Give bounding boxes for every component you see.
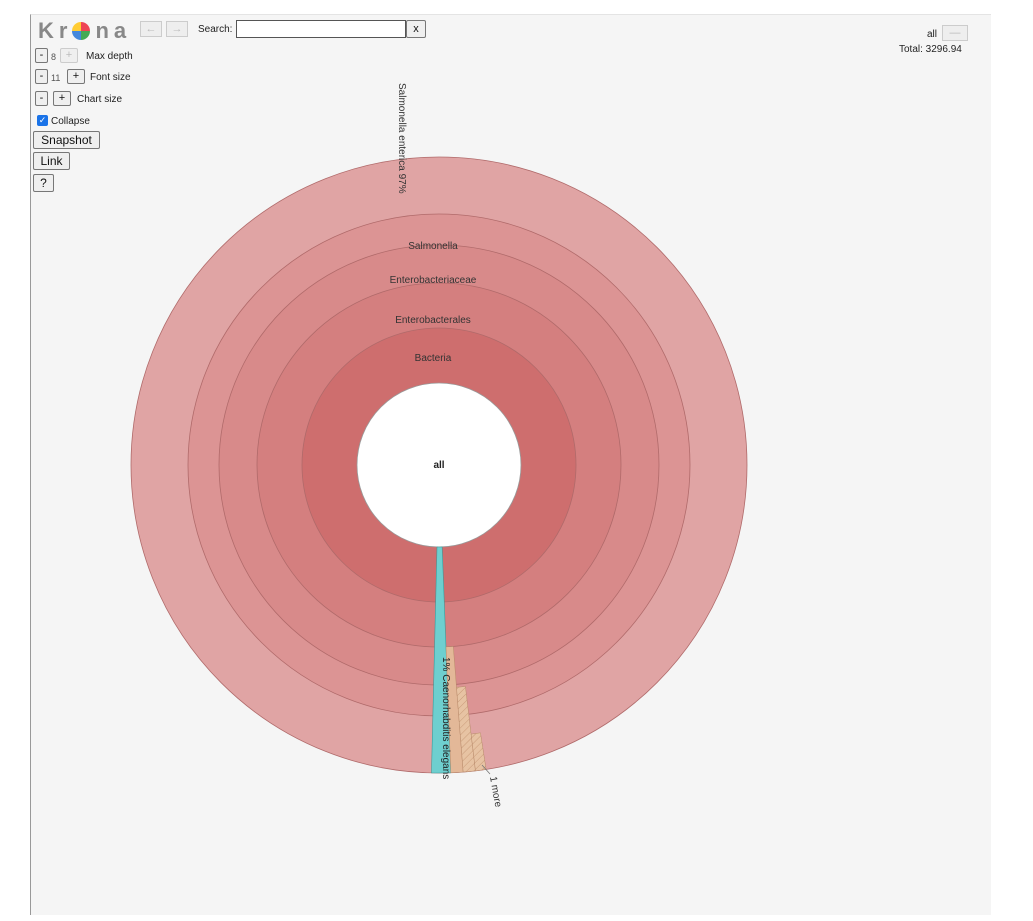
label-enterobacteriaceae: Enterobacteriaceae [390, 275, 477, 286]
label-bacteria: Bacteria [415, 353, 452, 364]
sunburst-chart[interactable]: Bacteria Enterobacterales Enterobacteriace… [0, 0, 1033, 921]
label-1-more: 1 more [487, 776, 503, 809]
label-caenorhabditis-elegans: 1% Caenorhabditis elegans [440, 657, 451, 779]
label-salmonella-enterica: Salmonella enterica 97% [396, 83, 407, 194]
center-label: all [433, 460, 444, 471]
label-enterobacterales: Enterobacterales [395, 315, 471, 326]
label-salmonella: Salmonella [408, 241, 458, 252]
